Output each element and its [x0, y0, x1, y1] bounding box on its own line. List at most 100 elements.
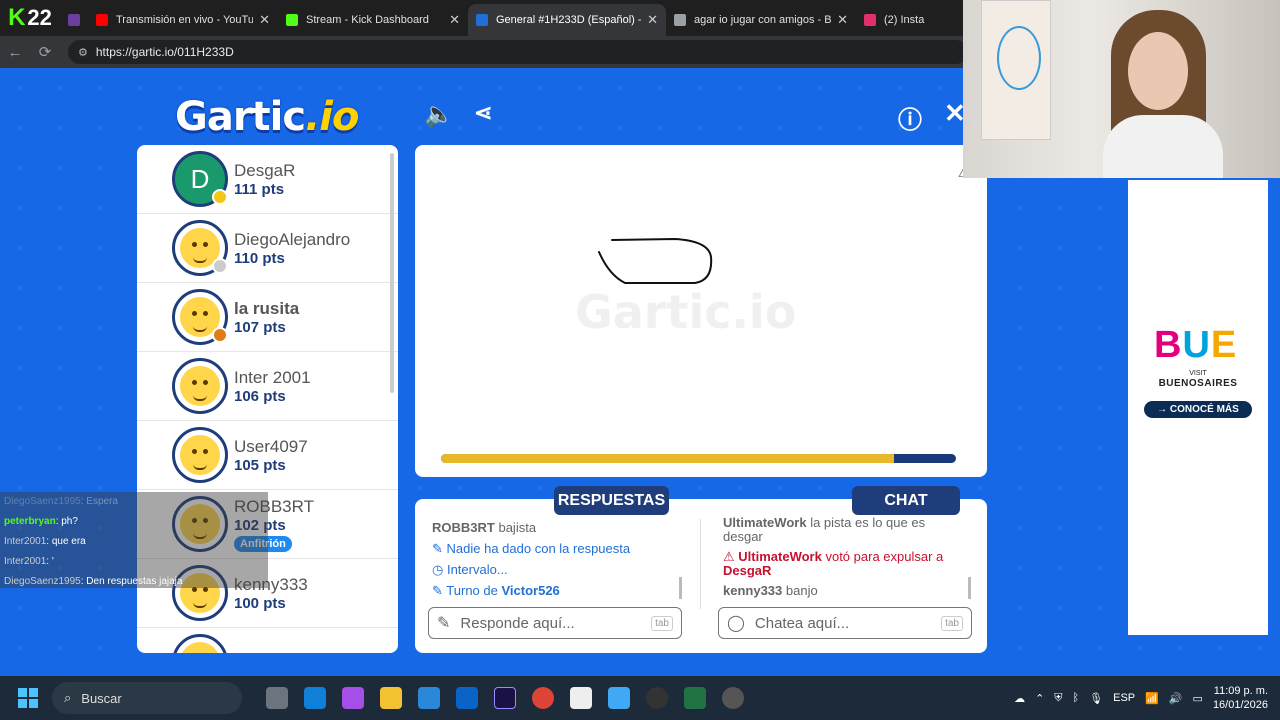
panel-divider: [700, 519, 701, 609]
logo-suffix: .io: [305, 94, 359, 140]
reload-icon[interactable]: ⟳: [30, 43, 60, 61]
capcut-icon[interactable]: [570, 687, 592, 709]
round-timer-bar: [441, 454, 956, 463]
browser-tab[interactable]: Transmisión en vivo - YouTube ✕: [88, 4, 278, 36]
kick-vote-message: ⚠ UltimateWork votó para expulsar a Desg…: [723, 550, 963, 578]
player-row[interactable]: DiegoAlejandro 110 pts: [137, 214, 398, 283]
chat-scrollbar[interactable]: [968, 577, 971, 599]
shield-icon[interactable]: ⛨: [1054, 692, 1062, 705]
streamer-face: [1128, 32, 1188, 110]
answer-input[interactable]: ✎ Responde aquí... tab: [428, 607, 682, 639]
wifi-icon[interactable]: 📶: [1145, 692, 1159, 705]
store-icon[interactable]: [418, 687, 440, 709]
chat-text: banjo: [785, 583, 818, 598]
premiere-icon[interactable]: [494, 687, 516, 709]
copilot-icon[interactable]: [342, 687, 364, 709]
windows-taskbar: ⌕ Buscar ☁ ⌃ ⛨ ᛒ 🎙 ESP 📶 🔊 ▭ 11:09 p. m.…: [0, 676, 1280, 720]
app-icon[interactable]: [722, 687, 744, 709]
tab-title: Stream - Kick Dashboard: [306, 14, 429, 26]
site-info-icon[interactable]: ⚙: [78, 46, 88, 59]
taskbar-search[interactable]: ⌕ Buscar: [52, 682, 242, 714]
player-row[interactable]: User4097 105 pts: [137, 421, 398, 490]
round-timer-fill: [441, 454, 895, 463]
notepad-icon[interactable]: [608, 687, 630, 709]
tab-chat[interactable]: CHAT: [852, 486, 960, 515]
chat-input[interactable]: ◯ Chatea aquí... tab: [718, 607, 972, 639]
edge-icon[interactable]: [304, 687, 326, 709]
language-indicator[interactable]: ESP: [1113, 692, 1135, 704]
advertisement[interactable]: BUE VISIT BUENOSAIRES → CONOCÉ MÁS: [1128, 180, 1268, 635]
sound-icon[interactable]: 🔈: [424, 100, 454, 129]
player-points: 107 pts: [234, 318, 286, 336]
drawing-strokes: [598, 237, 713, 284]
drawing-canvas[interactable]: Gartic.io ⚠: [415, 145, 987, 477]
player-info: DesgaR 111 pts: [234, 161, 295, 198]
ad-logo-letter: B: [1154, 324, 1183, 366]
task-view-icon[interactable]: [266, 687, 288, 709]
stream-chat-overlay: DiegoSaenz1995: Espera peterbryan: ph? Int…: [0, 492, 268, 588]
tab-close-icon[interactable]: ✕: [647, 12, 658, 28]
stream-chat-line: Inter2001: ': [4, 556, 54, 567]
bluetooth-icon[interactable]: ᛒ: [1073, 692, 1080, 704]
wall-poster: [981, 0, 1051, 140]
clock[interactable]: 11:09 p. m. 16/01/2026: [1213, 684, 1268, 712]
tab-title: Transmisión en vivo - YouTube: [116, 14, 254, 26]
clock-date: 16/01/2026: [1212, 699, 1268, 711]
tray-app-icon[interactable]: ☁: [1014, 692, 1025, 705]
player-avatar: [172, 358, 228, 414]
share-icon[interactable]: ⋖: [474, 100, 492, 126]
ad-cta-button[interactable]: → CONOCÉ MÁS: [1144, 401, 1252, 418]
status-dot: [212, 189, 228, 205]
player-row[interactable]: la rusita 107 pts: [137, 283, 398, 352]
excel-icon[interactable]: [684, 687, 706, 709]
tab-close-icon[interactable]: ✕: [449, 12, 460, 28]
url-field[interactable]: ⚙ https://gartic.io/011H233D: [68, 40, 968, 64]
browser-tab[interactable]: (2) Insta: [856, 4, 946, 36]
tab-answers[interactable]: RESPUESTAS: [554, 486, 669, 515]
browser-tab[interactable]: Stream - Kick Dashboard ✕: [278, 4, 468, 36]
player-points: 105 pts: [234, 456, 286, 474]
player-row[interactable]: UltimateWork: [137, 628, 398, 653]
player-points: 106 pts: [234, 387, 286, 405]
tab-favicon-icon: [674, 14, 686, 26]
player-avatar: [172, 427, 228, 483]
browser-tab[interactable]: agar io jugar con amigos - Bús ✕: [666, 4, 856, 36]
status-dot: [212, 258, 228, 274]
stream-chat-text: : ': [46, 556, 54, 567]
back-icon[interactable]: ←: [0, 44, 30, 61]
windows-start-icon[interactable]: [18, 688, 38, 708]
obs-icon[interactable]: [646, 687, 668, 709]
answer-text: bajista: [498, 520, 537, 535]
answers-scrollbar[interactable]: [679, 577, 682, 599]
players-scrollbar[interactable]: [390, 153, 394, 393]
player-row[interactable]: D DesgaR 111 pts: [137, 145, 398, 214]
tab-close-icon[interactable]: ✕: [837, 12, 848, 28]
pencil-icon: ✎: [432, 583, 443, 598]
player-name: User4097: [234, 436, 308, 456]
pencil-icon: ✎: [432, 541, 443, 556]
tab-favicon-icon: [286, 14, 298, 26]
tab-favicon-icon: [68, 14, 80, 26]
chevron-up-icon[interactable]: ⌃: [1035, 692, 1044, 705]
battery-icon[interactable]: ▭: [1193, 692, 1203, 705]
stream-chat-text: : ph?: [55, 516, 78, 527]
vote-text: votó para expulsar a: [825, 549, 944, 564]
browser-tab[interactable]: General #1H233D (Español) - G ✕: [468, 4, 666, 36]
chat-message: UltimateWork la pista es lo que es desga…: [723, 516, 963, 544]
outlook-icon[interactable]: [456, 687, 478, 709]
chrome-icon[interactable]: [532, 687, 554, 709]
player-row[interactable]: Inter 2001 106 pts: [137, 352, 398, 421]
info-icon[interactable]: ⓘ: [898, 100, 922, 135]
microphone-icon[interactable]: 🎙: [1089, 692, 1103, 705]
player-name: UltimateWork: [234, 652, 336, 653]
tab-pinned[interactable]: [60, 4, 88, 36]
kick-badge: K 22: [0, 0, 60, 36]
volume-icon[interactable]: 🔊: [1169, 692, 1183, 705]
chat-placeholder: Chatea aquí...: [754, 614, 850, 632]
chat-message: kenny333 banjo: [723, 584, 818, 598]
stream-chat-line: Inter2001: que era: [4, 536, 86, 547]
tab-title: (2) Insta: [884, 14, 925, 26]
chat-user: kenny333: [723, 583, 783, 598]
tab-close-icon[interactable]: ✕: [259, 12, 270, 28]
file-explorer-icon[interactable]: [380, 687, 402, 709]
